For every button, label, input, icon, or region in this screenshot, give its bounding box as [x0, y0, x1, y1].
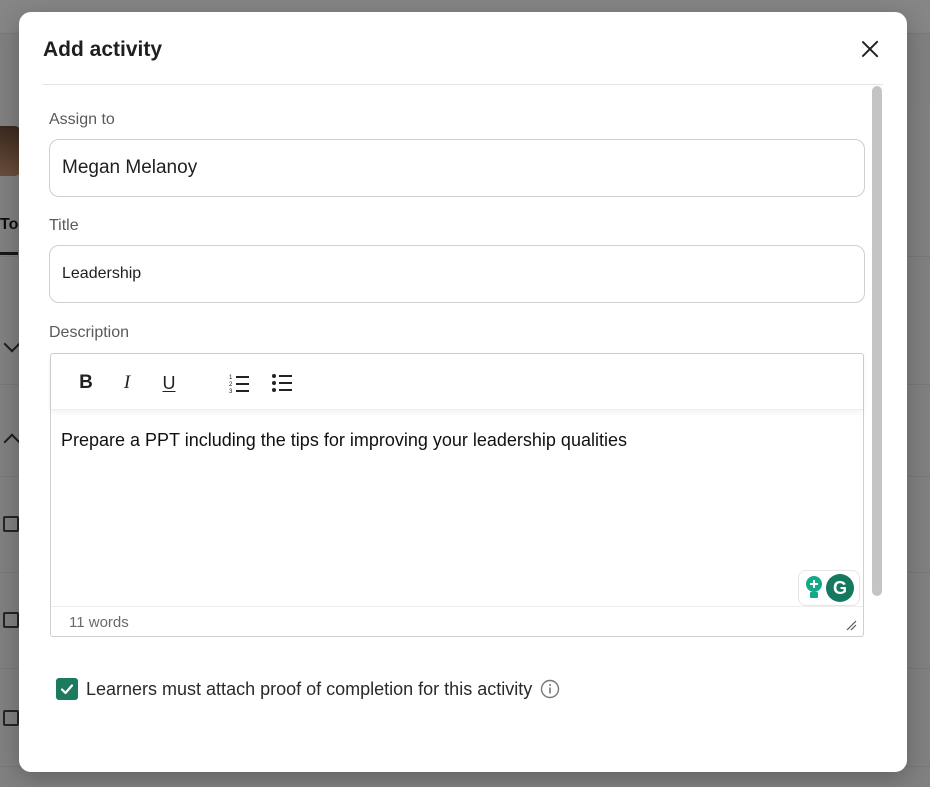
description-editor: B I U 1 2 3 Prepare a PPT including the … — [50, 353, 864, 637]
ordered-list-icon: 1 2 3 — [229, 375, 249, 394]
proof-checkbox-label[interactable]: Learners must attach proof of completion… — [86, 679, 532, 700]
description-text[interactable]: Prepare a PPT including the tips for imp… — [61, 430, 627, 451]
underline-button[interactable]: U — [156, 370, 182, 396]
word-count: 11 words — [69, 614, 129, 631]
proof-checkbox[interactable] — [56, 678, 78, 700]
editor-toolbar: B I U 1 2 3 — [51, 354, 863, 410]
title-label: Title — [49, 217, 79, 234]
add-activity-modal: Add activity Assign to Megan Melanoy Tit… — [19, 12, 907, 772]
bullet-list-button[interactable] — [269, 370, 295, 396]
description-label: Description — [49, 324, 130, 341]
info-icon[interactable] — [540, 679, 560, 699]
assign-to-field[interactable]: Megan Melanoy — [49, 139, 865, 197]
lightbulb-icon[interactable] — [804, 575, 824, 601]
modal-title: Add activity — [43, 38, 163, 61]
modal-scrollbar-thumb[interactable] — [872, 86, 882, 596]
header-divider — [43, 84, 883, 85]
proof-checkbox-row: Learners must attach proof of completion… — [56, 678, 560, 700]
resize-handle-icon[interactable] — [845, 619, 857, 631]
italic-button[interactable]: I — [114, 370, 140, 396]
grammarly-icon[interactable]: G — [826, 574, 854, 602]
svg-text:1: 1 — [229, 375, 233, 381]
editor-status-bar: 11 words — [51, 606, 863, 636]
grammarly-widget[interactable]: G — [798, 570, 860, 606]
bullet-list-icon — [272, 374, 292, 392]
assign-to-label: Assign to — [49, 111, 115, 128]
svg-text:3: 3 — [229, 389, 233, 394]
ordered-list-button[interactable]: 1 2 3 — [226, 370, 252, 396]
svg-text:2: 2 — [229, 382, 233, 388]
close-icon[interactable] — [857, 36, 883, 62]
title-field[interactable]: Leadership — [49, 245, 865, 303]
bold-button[interactable]: B — [73, 370, 99, 396]
checkmark-icon — [60, 684, 74, 695]
